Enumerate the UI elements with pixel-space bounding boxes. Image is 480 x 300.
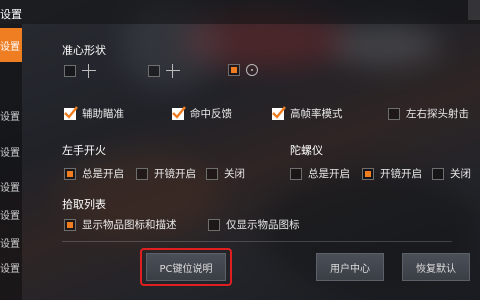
hit-feedback-label: 命中反馈 — [190, 108, 232, 120]
user-center-button[interactable]: 用户中心 — [316, 253, 384, 281]
pc-keys-button[interactable]: PC键位说明 — [146, 253, 226, 281]
gyro-scope-label: 开镜开启 — [380, 168, 422, 180]
settings-panel: 准心形状 辅助瞄准 命中反馈 高帧率模式 左右探头射击 左手开火 总是开启 开镜… — [22, 24, 480, 300]
left-fire-always[interactable]: 总是开启 — [64, 166, 124, 181]
pickup-icon-desc-label: 显示物品图标和描述 — [82, 219, 177, 231]
left-fire-title: 左手开火 — [62, 144, 106, 157]
sidebar-tab-7[interactable]: 设置 — [0, 250, 22, 284]
left-fire-scope[interactable]: 开镜开启 — [136, 166, 196, 181]
left-fire-always-radio[interactable] — [64, 167, 76, 180]
left-fire-off[interactable]: 关闭 — [206, 166, 245, 181]
gyro-scope[interactable]: 开镜开启 — [362, 166, 422, 181]
left-fire-scope-radio[interactable] — [136, 167, 148, 180]
crosshair-option-1[interactable] — [64, 64, 96, 78]
pickup-icon-only-label: 仅显示物品图标 — [226, 219, 300, 231]
crosshair-option-3[interactable] — [228, 64, 258, 76]
crosshair-title: 准心形状 — [62, 44, 106, 57]
sidebar-tab-3[interactable]: 设置 — [0, 134, 22, 168]
gyro-off-radio[interactable] — [432, 167, 444, 180]
gyro-always[interactable]: 总是开启 — [290, 166, 350, 181]
gyro-off-label: 关闭 — [450, 168, 471, 180]
sidebar-tab-label: 设置 — [0, 147, 20, 159]
gyro-always-label: 总是开启 — [308, 168, 350, 180]
lean-fire-label: 左右探头射击 — [406, 108, 469, 120]
gyro-always-radio[interactable] — [290, 167, 302, 180]
sidebar-tab-1[interactable]: 设置 — [0, 28, 22, 62]
sidebar-tab-label: 设置 — [0, 41, 20, 53]
crosshair-option-2[interactable] — [148, 64, 180, 78]
left-fire-off-label: 关闭 — [224, 168, 245, 180]
close-button[interactable] — [468, 0, 480, 20]
high-fps-checkbox[interactable] — [272, 105, 286, 120]
pc-keys-label: PC键位说明 — [159, 263, 213, 275]
high-fps-label: 高帧率模式 — [290, 108, 343, 120]
crosshair-dot-circle-icon — [246, 64, 258, 76]
top-bar: 设置 — [0, 0, 480, 24]
divider — [62, 241, 452, 242]
left-fire-scope-label: 开镜开启 — [154, 168, 196, 180]
pickup-title: 拾取列表 — [62, 198, 106, 211]
aim-assist-option[interactable]: 辅助瞄准 — [64, 105, 124, 121]
crosshair-option-checkbox[interactable] — [148, 65, 160, 77]
left-fire-off-radio[interactable] — [206, 167, 218, 180]
sidebar-tab-label: 设置 — [0, 210, 20, 222]
sidebar-tab-2[interactable]: 设置 — [0, 98, 22, 132]
aim-assist-checkbox[interactable] — [64, 105, 78, 120]
pickup-icon-only[interactable]: 仅显示物品图标 — [208, 217, 300, 232]
window-title: 设置 — [0, 8, 22, 21]
aim-assist-label: 辅助瞄准 — [82, 108, 124, 120]
pickup-icon-desc[interactable]: 显示物品图标和描述 — [64, 217, 177, 232]
crosshair-option-checkbox[interactable] — [228, 64, 240, 76]
sidebar-tab-label: 设置 — [0, 263, 20, 275]
sidebar-tab-label: 设置 — [0, 238, 20, 250]
gyro-scope-radio[interactable] — [362, 167, 374, 180]
sidebar: 设置 设置 设置 设置 设置 设置 设置 — [0, 24, 22, 300]
gyro-off[interactable]: 关闭 — [432, 166, 471, 181]
left-fire-always-label: 总是开启 — [82, 168, 124, 180]
crosshair-plus-large-icon — [166, 64, 180, 78]
crosshair-option-checkbox[interactable] — [64, 65, 76, 77]
pickup-icon-desc-radio[interactable] — [64, 218, 76, 231]
restore-default-button[interactable]: 恢复默认 — [402, 253, 470, 281]
high-fps-option[interactable]: 高帧率模式 — [272, 105, 343, 121]
restore-default-label: 恢复默认 — [416, 263, 456, 275]
pickup-icon-only-radio[interactable] — [208, 218, 220, 231]
lean-fire-checkbox[interactable] — [388, 107, 400, 120]
hit-feedback-option[interactable]: 命中反馈 — [172, 105, 232, 121]
sidebar-tab-label: 设置 — [0, 182, 20, 194]
gyro-title: 陀螺仪 — [290, 144, 323, 157]
lean-fire-option[interactable]: 左右探头射击 — [388, 106, 469, 121]
crosshair-plus-small-icon — [82, 64, 96, 78]
sidebar-tab-label: 设置 — [0, 111, 20, 123]
hit-feedback-checkbox[interactable] — [172, 105, 186, 120]
user-center-label: 用户中心 — [330, 263, 370, 275]
